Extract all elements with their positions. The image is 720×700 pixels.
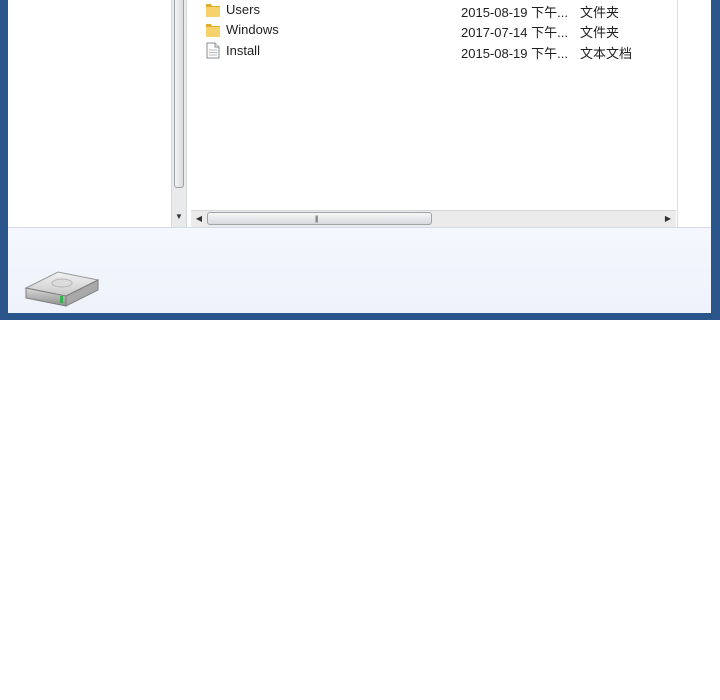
scroll-left-arrow-icon[interactable]: ◀ bbox=[191, 211, 207, 227]
file-name: Windows bbox=[226, 22, 279, 37]
hard-drive-icon bbox=[24, 271, 100, 307]
file-date: 2017-07-14 下午... bbox=[461, 25, 568, 40]
file-name: Install bbox=[226, 43, 260, 58]
file-row-users[interactable]: Users 2015-08-19 下午... 文件夹 bbox=[205, 0, 665, 20]
file-list: Users 2015-08-19 下午... 文件夹 Windows 2017-… bbox=[187, 0, 678, 227]
folder-icon bbox=[206, 4, 220, 17]
grip-icon: ||| bbox=[315, 216, 319, 223]
navigation-pane[interactable] bbox=[8, 0, 171, 227]
file-type: 文本文档 bbox=[580, 46, 633, 61]
file-type: 文件夹 bbox=[580, 5, 620, 20]
horizontal-scrollbar[interactable]: ◀ ||| ▶ bbox=[191, 210, 676, 227]
file-date: 2015-08-19 下午... bbox=[461, 5, 568, 20]
file-type: 文件夹 bbox=[580, 25, 620, 40]
nav-vertical-scrollbar[interactable]: ▼ bbox=[171, 0, 187, 227]
explorer-window: ▼ Users 2015-08-19 下午... 文件夹 Windows 201… bbox=[0, 0, 720, 320]
folder-icon bbox=[206, 24, 220, 37]
window-client-area: ▼ Users 2015-08-19 下午... 文件夹 Windows 201… bbox=[8, 0, 711, 313]
file-row-install[interactable]: Install 2015-08-19 下午... 文本文档 bbox=[205, 41, 665, 61]
details-pane bbox=[8, 227, 711, 313]
file-name: Users bbox=[226, 2, 260, 17]
horizontal-scrollbar-thumb[interactable]: ||| bbox=[207, 212, 432, 225]
file-date: 2015-08-19 下午... bbox=[461, 46, 568, 61]
text-file-icon bbox=[206, 42, 220, 59]
nav-scrollbar-thumb[interactable] bbox=[174, 0, 184, 188]
file-row-windows[interactable]: Windows 2017-07-14 下午... 文件夹 bbox=[205, 20, 665, 40]
scroll-down-arrow-icon[interactable]: ▼ bbox=[172, 210, 186, 224]
scroll-right-arrow-icon[interactable]: ▶ bbox=[660, 211, 676, 227]
